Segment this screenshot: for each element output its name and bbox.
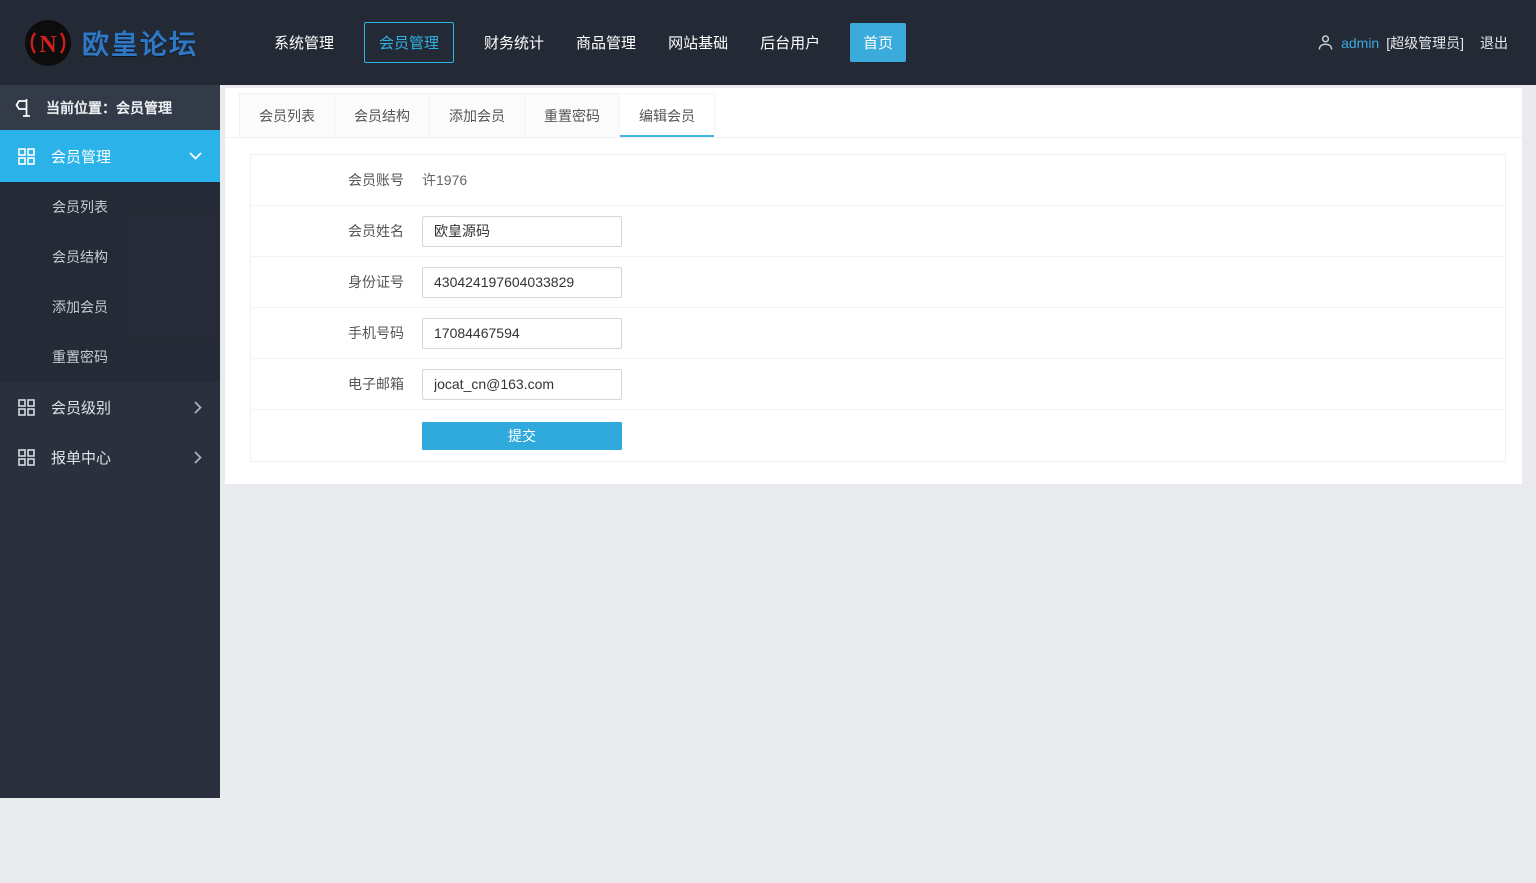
- grid-icon: [18, 449, 35, 466]
- breadcrumb: 当前位置：会员管理: [0, 85, 220, 130]
- grid-icon: [18, 148, 35, 165]
- nav-item-backend-users[interactable]: 后台用户: [758, 23, 822, 62]
- svg-text:N: N: [39, 32, 57, 58]
- name-field[interactable]: [422, 216, 622, 247]
- nav-item-website[interactable]: 网站基础: [666, 23, 730, 62]
- nav-item-system[interactable]: 系统管理: [272, 23, 336, 62]
- name-label: 会员姓名: [251, 221, 404, 241]
- chevron-right-icon: [194, 401, 202, 414]
- top-header: N 欧皇论坛 系统管理 会员管理 财务统计 商品管理 网站基础 后台用户 首页 …: [0, 0, 1536, 85]
- tab-add-member[interactable]: 添加会员: [429, 93, 525, 137]
- sidebar-item-member-structure[interactable]: 会员结构: [0, 232, 220, 282]
- breadcrumb-label: 当前位置：会员管理: [46, 98, 172, 118]
- form-row-account: 会员账号 许1976: [251, 155, 1505, 206]
- main-content: 会员列表 会员结构 添加会员 重置密码 编辑会员 会员账号 许1976 会员姓名…: [220, 85, 1536, 484]
- form-row-name: 会员姓名: [251, 206, 1505, 257]
- tab-reset-password[interactable]: 重置密码: [524, 93, 620, 137]
- sidebar-item-member-management[interactable]: 会员管理: [0, 130, 220, 182]
- sidebar-item-add-member[interactable]: 添加会员: [0, 282, 220, 332]
- signpost-icon: [14, 97, 33, 118]
- nav-item-finance[interactable]: 财务统计: [482, 23, 546, 62]
- sidebar-item-member-list[interactable]: 会员列表: [0, 182, 220, 232]
- sidebar-item-label: 会员级别: [51, 397, 111, 418]
- nav-item-members[interactable]: 会员管理: [364, 22, 454, 63]
- submit-button[interactable]: 提交: [422, 422, 622, 450]
- sidebar-item-label: 报单中心: [51, 447, 111, 468]
- form-row-phone: 手机号码: [251, 308, 1505, 359]
- tab-member-structure[interactable]: 会员结构: [334, 93, 430, 137]
- chevron-right-icon: [194, 451, 202, 464]
- sidebar: 当前位置：会员管理 会员管理 会员列表 会员结构 添加会员 重置密码 会员级别: [0, 85, 220, 798]
- tab-member-list[interactable]: 会员列表: [239, 93, 335, 137]
- email-label: 电子邮箱: [251, 374, 404, 394]
- sidebar-item-reset-password[interactable]: 重置密码: [0, 332, 220, 382]
- phone-label: 手机号码: [251, 323, 404, 343]
- member-edit-panel: 会员列表 会员结构 添加会员 重置密码 编辑会员 会员账号 许1976 会员姓名…: [225, 88, 1522, 484]
- user-area: admin [超级管理员] 退出: [1317, 33, 1508, 53]
- nav-item-home[interactable]: 首页: [850, 23, 906, 62]
- email-field[interactable]: [422, 369, 622, 400]
- form-row-id-number: 身份证号: [251, 257, 1505, 308]
- logout-link[interactable]: 退出: [1480, 33, 1508, 53]
- form-row-submit: 提交: [251, 410, 1505, 461]
- nav-item-products[interactable]: 商品管理: [574, 23, 638, 62]
- tab-edit-member[interactable]: 编辑会员: [619, 93, 715, 137]
- chevron-down-icon: [189, 152, 202, 160]
- id-number-label: 身份证号: [251, 272, 404, 292]
- phone-field[interactable]: [422, 318, 622, 349]
- form-row-email: 电子邮箱: [251, 359, 1505, 410]
- account-value: 许1976: [422, 170, 467, 190]
- grid-icon: [18, 399, 35, 416]
- top-nav: 系统管理 会员管理 财务统计 商品管理 网站基础 后台用户 首页: [272, 22, 906, 63]
- member-edit-form: 会员账号 许1976 会员姓名 身份证号 手机号码 电子邮箱 提交: [250, 154, 1506, 462]
- user-role: [超级管理员]: [1386, 33, 1464, 53]
- member-submenu: 会员列表 会员结构 添加会员 重置密码: [0, 182, 220, 382]
- tab-strip: 会员列表 会员结构 添加会员 重置密码 编辑会员: [225, 88, 1522, 138]
- account-label: 会员账号: [251, 170, 404, 190]
- sidebar-item-member-level[interactable]: 会员级别: [0, 382, 220, 432]
- brand-title: 欧皇论坛: [82, 23, 198, 62]
- id-number-field[interactable]: [422, 267, 622, 298]
- username[interactable]: admin: [1341, 35, 1379, 51]
- brand-logo: N 欧皇论坛: [24, 19, 198, 67]
- sidebar-item-order-center[interactable]: 报单中心: [0, 432, 220, 482]
- user-icon: [1317, 34, 1334, 51]
- brand-logo-icon: N: [24, 19, 72, 67]
- sidebar-item-label: 会员管理: [51, 146, 111, 167]
